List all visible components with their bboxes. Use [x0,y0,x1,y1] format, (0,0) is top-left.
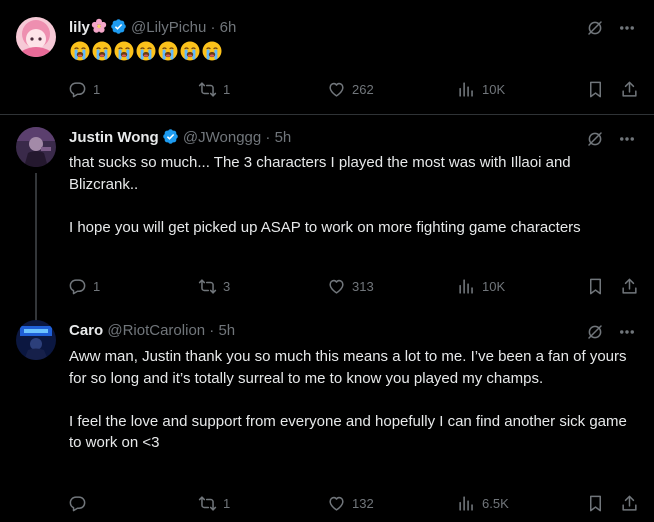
tweet-top-actions [586,19,636,37]
reply-count: 1 [93,278,101,294]
repost-count: 1 [223,81,231,97]
verified-badge-icon [110,18,127,35]
crying-face-icon [135,40,157,62]
views-button[interactable]: 6.5K [457,492,509,514]
timestamp[interactable]: 5h [218,322,235,339]
separator-dot: · [209,322,215,339]
crying-face-icon [91,40,113,62]
cherry-blossom-icon [91,18,107,34]
view-count: 10K [482,81,506,97]
like-count: 132 [352,495,374,511]
tweet-top-actions [586,323,636,341]
thread-line [35,173,37,323]
repost-button[interactable]: 1 [198,78,230,100]
repost-icon [198,278,217,294]
bookmark-icon [589,278,602,294]
share-icon [622,81,637,97]
tweet-paragraph: that sucks so much... The 3 characters I… [69,154,571,193]
crying-face-icon [113,40,135,62]
share-icon [622,278,637,294]
reply-icon [69,278,86,294]
display-name[interactable]: Justin Wong [69,129,159,146]
tweet-actions: 1 132 6.5K [68,492,642,514]
reply-button[interactable] [68,492,93,514]
view-count: 6.5K [482,495,509,511]
heart-icon [329,82,344,97]
verified-badge-icon [162,128,179,145]
share-button[interactable] [620,492,639,514]
display-name[interactable]: Caro [69,322,103,339]
heart-icon [329,496,344,511]
repost-button[interactable]: 3 [198,275,230,297]
timestamp[interactable]: 6h [220,19,237,36]
tweet-paragraph: I feel the love and support from everyon… [69,412,627,452]
crying-face-icon [179,40,201,62]
bookmark-icon [589,81,602,97]
bookmark-button[interactable] [586,492,605,514]
reply-icon [69,81,86,97]
reply-button[interactable]: 1 [68,78,100,100]
user-handle[interactable]: @LilyPichu [131,19,206,36]
tweet-header: Justin Wong @JWonggg · 5h [69,127,291,149]
crying-face-icon [201,40,223,62]
tweet-text: that sucks so much... The 3 characters I… [69,152,639,238]
share-icon [622,495,637,511]
reply-button[interactable]: 1 [68,275,100,297]
more-options-icon[interactable] [618,130,636,148]
like-button[interactable]: 313 [327,275,374,297]
tweet[interactable]: Justin Wong @JWonggg · 5h that sucks so … [0,115,654,323]
view-count: 10K [482,278,506,294]
bookmark-button[interactable] [586,78,605,100]
bookmark-button[interactable] [586,275,605,297]
repost-icon [198,81,217,97]
crying-face-icon [69,40,91,62]
grok-icon[interactable] [586,323,604,341]
repost-icon [198,495,217,511]
tweet-actions: 1 3 313 10K [68,275,642,297]
like-button[interactable]: 132 [327,492,374,514]
heart-icon [329,279,344,294]
bookmark-icon [589,495,602,511]
crying-face-icon [157,40,179,62]
more-options-icon[interactable] [618,323,636,341]
repost-button[interactable]: 1 [198,492,230,514]
timestamp[interactable]: 5h [275,129,292,146]
share-button[interactable] [620,275,639,297]
tweet-paragraph: I hope you will get picked up ASAP to wo… [69,218,581,236]
avatar[interactable] [16,127,56,167]
more-options-icon[interactable] [618,19,636,37]
avatar[interactable] [16,320,56,360]
user-handle[interactable]: @RiotCarolion [107,322,205,339]
like-count: 262 [352,81,374,97]
repost-count: 3 [223,278,231,294]
tweet-header: Caro @RiotCarolion · 5h [69,320,235,342]
tweet-actions: 1 1 262 10K [68,78,642,100]
tweet[interactable]: Caro @RiotCarolion · 5h Aww man, Justin … [0,311,654,522]
grok-icon[interactable] [586,19,604,37]
repost-count: 1 [223,495,231,511]
display-name[interactable]: lily [69,19,90,36]
reply-count: 1 [93,81,101,97]
views-button[interactable]: 10K [457,78,505,100]
tweet-text [69,40,639,62]
tweet-top-actions [586,130,636,148]
like-count: 313 [352,278,374,294]
tweet-paragraph: Aww man, Justin thank you so much this m… [69,348,627,387]
like-button[interactable]: 262 [327,78,374,100]
analytics-icon [459,495,473,511]
analytics-icon [459,81,473,97]
analytics-icon [459,278,473,294]
tweet-text: Aww man, Justin thank you so much this m… [69,346,639,454]
tweet-header: lily @LilyPichu · 6h [69,17,236,39]
user-handle[interactable]: @JWonggg [183,129,261,146]
separator-dot: · [210,19,216,36]
grok-icon[interactable] [586,130,604,148]
emoji-row [69,40,639,62]
views-button[interactable]: 10K [457,275,505,297]
avatar[interactable] [16,17,56,57]
tweet[interactable]: lily @LilyPichu · 6h 1 1 262 10K [0,0,654,115]
separator-dot: · [265,129,271,146]
share-button[interactable] [620,78,639,100]
reply-icon [69,495,86,511]
